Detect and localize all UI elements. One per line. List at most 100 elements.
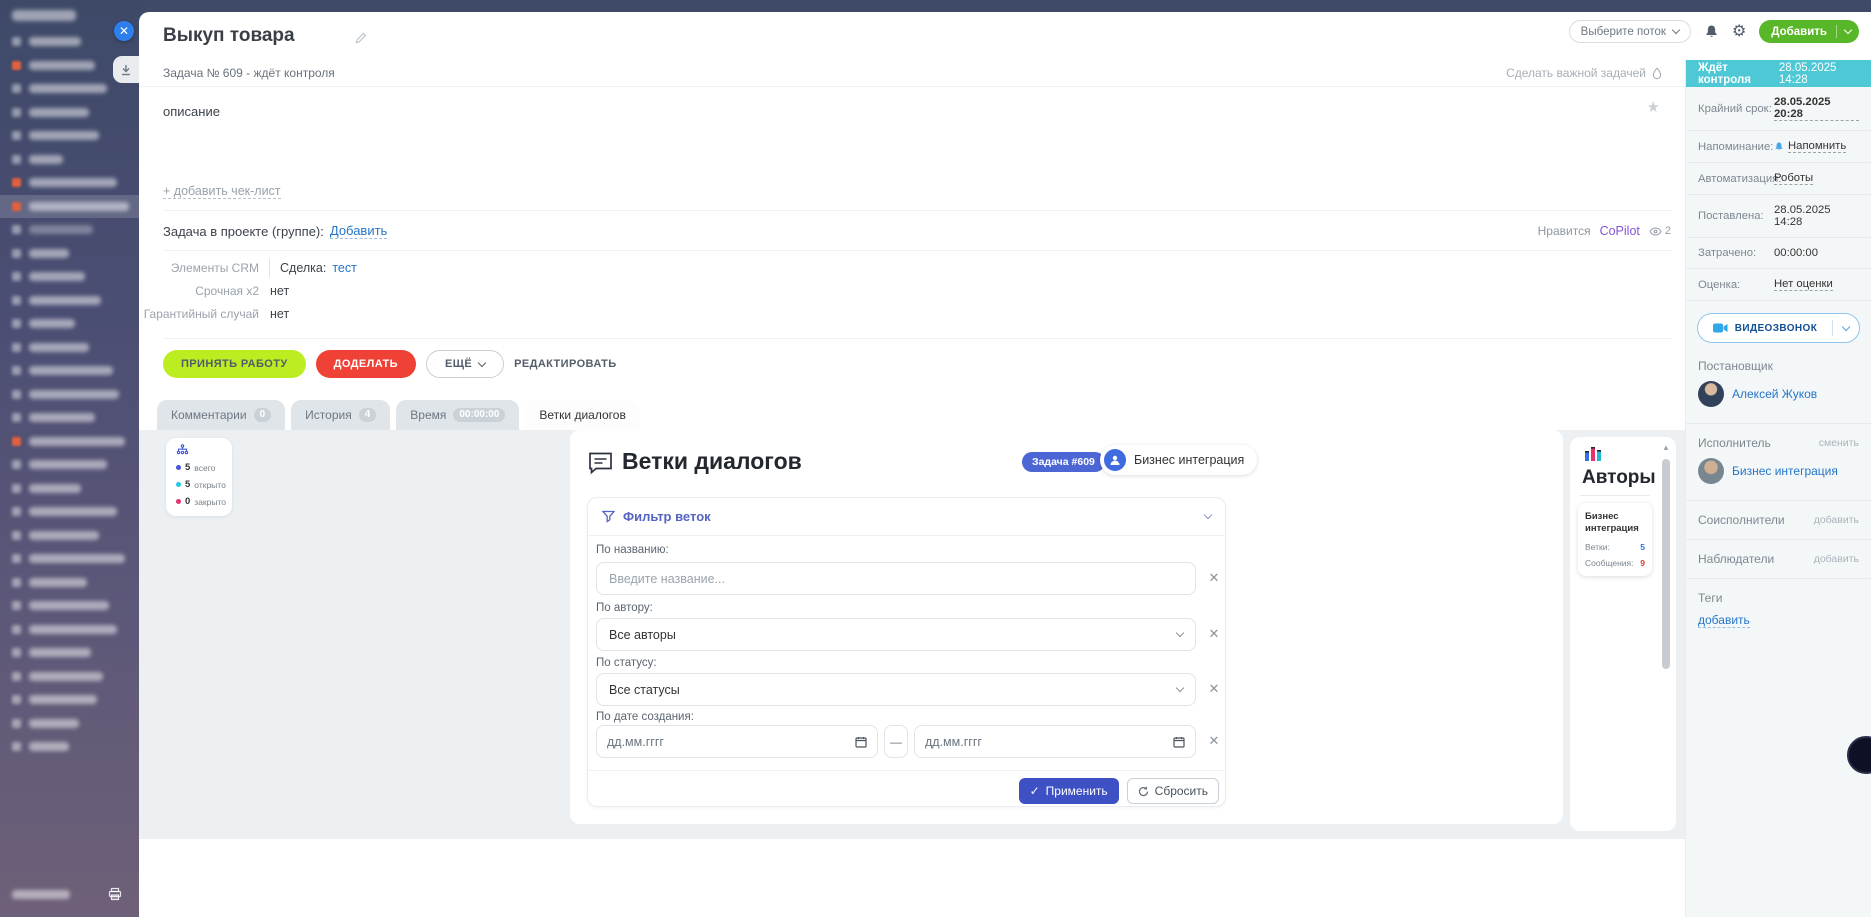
date-from-input[interactable]: дд.мм.гггг: [596, 725, 878, 758]
notifications-bell-icon[interactable]: [1704, 24, 1719, 39]
close-slider-button[interactable]: ✕: [114, 21, 134, 41]
menu-item-icon: [12, 37, 21, 46]
select-stream-button[interactable]: Выберите поток: [1569, 20, 1691, 43]
left-sidebar-blurred[interactable]: [0, 0, 139, 917]
filter-status-select[interactable]: Все статусы: [596, 673, 1196, 706]
edit-title-icon[interactable]: [355, 32, 367, 44]
collapse-slider-button[interactable]: [113, 56, 139, 83]
director-avatar[interactable]: [1698, 381, 1724, 407]
tab-time[interactable]: Время 00:00:00: [396, 400, 519, 430]
sidebar-item-blurred[interactable]: [0, 195, 139, 219]
detail-row-rating: Оценка: Нет оценки: [1686, 269, 1871, 301]
sidebar-item-blurred[interactable]: [0, 524, 139, 548]
printer-icon[interactable]: [108, 887, 122, 901]
scrollbar-thumb[interactable]: [1662, 459, 1670, 669]
executor-name-link[interactable]: Бизнес интеграция: [1732, 464, 1838, 478]
panel-scrollbar[interactable]: ▲: [1661, 443, 1671, 823]
change-executor-link[interactable]: сменить: [1819, 437, 1859, 449]
sidebar-item-blurred[interactable]: [0, 712, 139, 736]
director-name-link[interactable]: Алексей Жуков: [1732, 387, 1817, 401]
reset-filter-button[interactable]: Сбросить: [1127, 778, 1219, 804]
sidebar-item-blurred[interactable]: [0, 665, 139, 689]
copilot-button[interactable]: CoPilot: [1600, 224, 1640, 238]
sidebar-item-blurred[interactable]: [0, 641, 139, 665]
author-card[interactable]: Бизнес интеграция Ветки: 5 Сообщения: 9: [1578, 503, 1652, 576]
sidebar-item-blurred[interactable]: [0, 618, 139, 642]
sidebar-item-blurred[interactable]: [0, 688, 139, 712]
check-icon: ✓: [1030, 784, 1040, 798]
edit-button[interactable]: РЕДАКТИРОВАТЬ: [514, 358, 616, 370]
robots-link[interactable]: Роботы: [1774, 172, 1813, 185]
sidebar-item-blurred[interactable]: [0, 383, 139, 407]
accept-work-button[interactable]: ПРИНЯТЬ РАБОТУ: [163, 350, 306, 378]
sidebar-item-blurred[interactable]: [0, 430, 139, 454]
sidebar-item-blurred[interactable]: [0, 242, 139, 266]
add-coexecutor-link[interactable]: добавить: [1814, 514, 1859, 526]
sidebar-item-blurred[interactable]: [0, 336, 139, 360]
deal-value-link[interactable]: тест: [332, 261, 357, 275]
filter-author-select[interactable]: Все авторы: [596, 618, 1196, 651]
sidebar-bottom-item[interactable]: [0, 885, 139, 905]
chevron-down-icon[interactable]: [1833, 327, 1859, 330]
executor-avatar[interactable]: [1698, 458, 1724, 484]
reminder-link[interactable]: Напомнить: [1788, 140, 1846, 153]
filter-name-input[interactable]: [596, 562, 1196, 595]
sidebar-item-blurred[interactable]: [0, 500, 139, 524]
sidebar-item-blurred[interactable]: [0, 218, 139, 242]
add-checklist-link[interactable]: + добавить чек-лист: [163, 184, 281, 199]
sidebar-item-blurred[interactable]: [0, 477, 139, 501]
clear-name-icon[interactable]: ✕: [1204, 568, 1224, 588]
sidebar-item-blurred[interactable]: [0, 571, 139, 595]
sidebar-item-blurred[interactable]: [0, 453, 139, 477]
chevron-down-icon[interactable]: [1204, 511, 1212, 519]
sidebar-item-blurred[interactable]: [0, 265, 139, 289]
add-task-button[interactable]: Добавить: [1759, 20, 1859, 43]
filter-header[interactable]: Фильтр веток: [588, 498, 1225, 536]
apply-filter-button[interactable]: ✓ Применить: [1019, 778, 1119, 804]
deadline-value[interactable]: 28.05.2025 20:28: [1774, 96, 1859, 121]
owner-chip[interactable]: Бизнес интеграция: [1100, 445, 1257, 475]
like-button[interactable]: Нравится: [1538, 224, 1591, 238]
detail-label: Напоминание:: [1698, 141, 1774, 153]
tab-badge: 0: [254, 408, 272, 422]
tags-label: Теги: [1686, 578, 1871, 611]
make-important-button[interactable]: Сделать важной задачей: [1506, 66, 1662, 80]
tab-dialog-branches[interactable]: Ветки диалогов: [525, 400, 639, 430]
clear-status-icon[interactable]: ✕: [1204, 679, 1224, 699]
sidebar-item-blurred[interactable]: [0, 124, 139, 148]
favorite-star-icon[interactable]: ★: [1647, 98, 1660, 116]
redo-button[interactable]: ДОДЕЛАТЬ: [316, 350, 416, 378]
task-number-badge[interactable]: Задача #609: [1022, 452, 1105, 472]
settings-gear-icon[interactable]: ⚙: [1732, 24, 1746, 40]
sidebar-item-blurred[interactable]: [0, 406, 139, 430]
more-button[interactable]: ЕЩЁ: [426, 350, 504, 378]
sidebar-item-blurred[interactable]: [0, 594, 139, 618]
add-observer-link[interactable]: добавить: [1814, 553, 1859, 565]
sidebar-item-blurred[interactable]: [0, 735, 139, 759]
warranty-label: Гарантийный случай: [139, 307, 259, 321]
add-tag-link[interactable]: добавить: [1698, 613, 1750, 628]
calendar-icon[interactable]: [1173, 736, 1185, 748]
sidebar-item-blurred[interactable]: [0, 289, 139, 313]
sidebar-item-blurred[interactable]: [0, 312, 139, 336]
sidebar-item-blurred[interactable]: [0, 547, 139, 571]
project-add-link[interactable]: Добавить: [330, 223, 387, 239]
tab-label: Ветки диалогов: [539, 408, 625, 422]
sidebar-item-blurred[interactable]: [0, 101, 139, 125]
tab-history[interactable]: История 4: [291, 400, 390, 430]
sidebar-item-blurred[interactable]: [0, 148, 139, 172]
authors-widget: Авторы Бизнес интеграция Ветки: 5 Сообще…: [1570, 437, 1676, 831]
sidebar-item-blurred[interactable]: [0, 171, 139, 195]
add-task-label: Добавить: [1759, 26, 1836, 38]
menu-item-icon: [12, 695, 21, 704]
sidebar-item-blurred[interactable]: [0, 359, 139, 383]
clear-author-icon[interactable]: ✕: [1204, 624, 1224, 644]
calendar-icon[interactable]: [855, 736, 867, 748]
clear-date-icon[interactable]: ✕: [1204, 731, 1224, 751]
chevron-down-icon[interactable]: [1837, 30, 1859, 33]
date-to-input[interactable]: дд.мм.гггг: [914, 725, 1196, 758]
scroll-up-arrow[interactable]: ▲: [1661, 443, 1671, 452]
video-call-button[interactable]: ВИДЕОЗВОНОК: [1697, 313, 1860, 343]
tab-comments[interactable]: Комментарии 0: [157, 400, 285, 430]
rating-link[interactable]: Нет оценки: [1774, 278, 1833, 291]
